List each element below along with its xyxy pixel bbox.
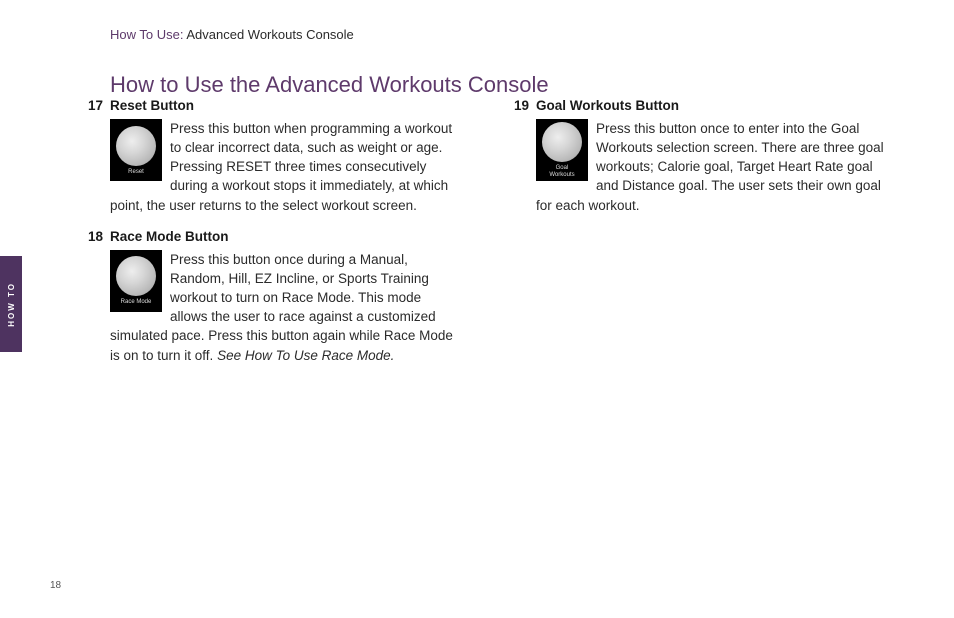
item-heading-row: 18 Race Mode Button <box>88 229 462 244</box>
column-2: 19 Goal Workouts Button Goal Workouts Pr… <box>514 98 888 379</box>
item-heading-row: 17 Reset Button <box>88 98 462 113</box>
item-text: Press this button once to enter into the… <box>536 121 884 213</box>
reset-button-icon: Reset <box>110 119 162 181</box>
item-17: 17 Reset Button Reset Press this button … <box>88 98 462 215</box>
ball-icon <box>542 122 582 162</box>
item-18: 18 Race Mode Button Race Mode Press this… <box>88 229 462 365</box>
item-heading: Goal Workouts Button <box>536 98 679 113</box>
ball-icon <box>116 126 156 166</box>
item-body: Reset Press this button when programming… <box>88 119 462 215</box>
column-1: 17 Reset Button Reset Press this button … <box>88 98 462 379</box>
ball-icon <box>116 256 156 296</box>
goal-workouts-button-icon: Goal Workouts <box>536 119 588 181</box>
icon-label: Goal Workouts <box>549 165 574 178</box>
item-heading: Reset Button <box>110 98 194 113</box>
item-italic: See How To Use Race Mode. <box>217 348 394 363</box>
item-number: 17 <box>88 98 110 113</box>
icon-label: Race Mode <box>121 299 152 306</box>
content-columns: 17 Reset Button Reset Press this button … <box>88 98 888 379</box>
page-title: How to Use the Advanced Workouts Console <box>110 72 549 98</box>
item-number: 19 <box>514 98 536 113</box>
breadcrumb-current: Advanced Workouts Console <box>183 27 353 42</box>
side-tab: HOW TO <box>0 256 22 352</box>
item-heading-row: 19 Goal Workouts Button <box>514 98 888 113</box>
breadcrumb: How To Use: Advanced Workouts Console <box>110 28 354 41</box>
breadcrumb-prefix: How To Use: <box>110 27 183 42</box>
item-body: Race Mode Press this button once during … <box>88 250 462 365</box>
item-heading: Race Mode Button <box>110 229 229 244</box>
page-number: 18 <box>50 580 61 591</box>
item-19: 19 Goal Workouts Button Goal Workouts Pr… <box>514 98 888 215</box>
side-tab-label: HOW TO <box>7 282 16 327</box>
item-number: 18 <box>88 229 110 244</box>
race-mode-button-icon: Race Mode <box>110 250 162 312</box>
item-body: Goal Workouts Press this button once to … <box>514 119 888 215</box>
icon-label: Reset <box>128 169 144 176</box>
